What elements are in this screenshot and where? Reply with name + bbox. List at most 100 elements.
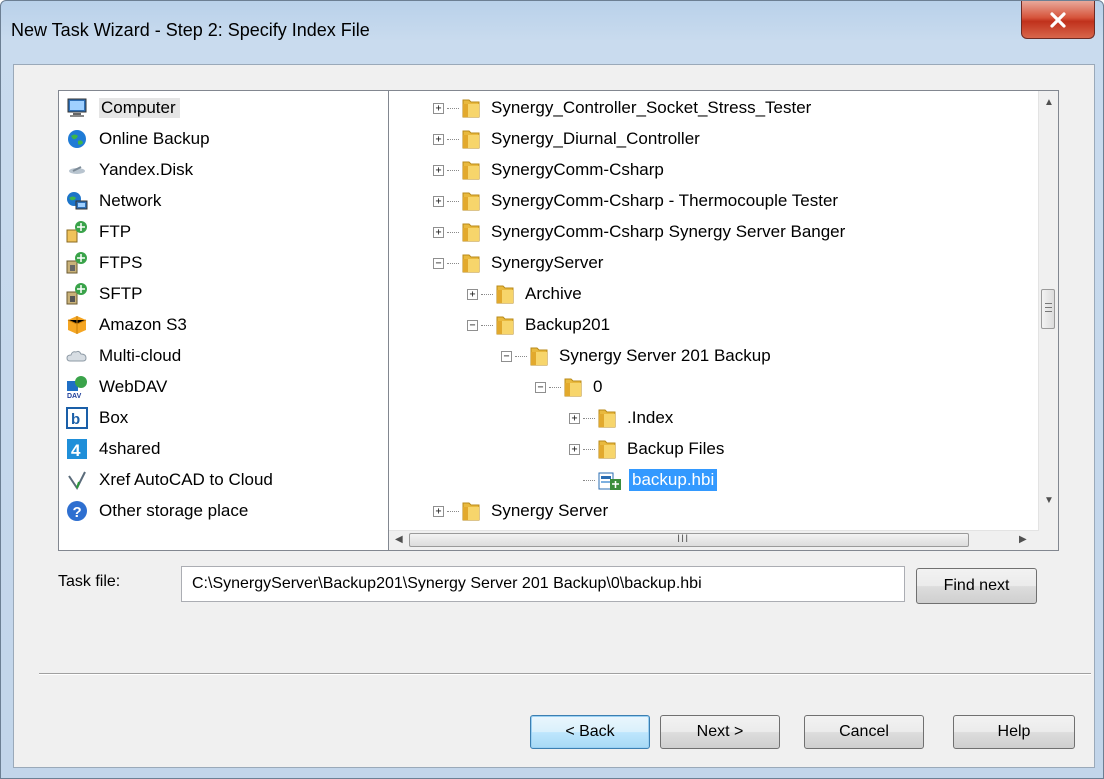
close-button[interactable] bbox=[1021, 1, 1095, 39]
amazon-s3-icon bbox=[65, 313, 89, 337]
folder-icon bbox=[461, 159, 481, 181]
storage-item-multi-cloud[interactable]: Multi-cloud bbox=[65, 341, 181, 371]
collapse-icon[interactable]: − bbox=[467, 319, 478, 331]
storage-item-yandex-disk[interactable]: Yandex.Disk bbox=[65, 155, 193, 185]
vertical-scrollbar[interactable]: ▲ ▼ bbox=[1038, 91, 1058, 531]
ftp-icon bbox=[65, 220, 89, 244]
tree-file-item[interactable]: backup.hbi bbox=[569, 465, 718, 495]
tree-folder-item[interactable]: + SynergyComm-Csharp bbox=[433, 155, 664, 185]
storage-item-label: Computer bbox=[99, 98, 180, 118]
tree-folder-item[interactable]: + Synergy_Controller_Socket_Stress_Tester bbox=[433, 93, 811, 123]
storage-item-label: Yandex.Disk bbox=[99, 160, 194, 179]
find-next-button[interactable]: Find next bbox=[916, 568, 1037, 604]
expand-icon[interactable]: + bbox=[467, 288, 478, 300]
tree-item-label: SynergyComm-Csharp - Thermocouple Tester bbox=[491, 191, 839, 210]
tree-item-label: .Index bbox=[627, 408, 674, 427]
cancel-button[interactable]: Cancel bbox=[804, 715, 924, 749]
horizontal-scroll-thumb[interactable]: III bbox=[409, 533, 969, 547]
storage-item-label: Amazon S3 bbox=[99, 315, 187, 334]
folder-tree[interactable]: + Synergy_Controller_Socket_Stress_Tester… bbox=[388, 90, 1059, 551]
tree-item-label: Synergy_Controller_Socket_Stress_Tester bbox=[491, 98, 812, 117]
storage-item-label: FTP bbox=[99, 222, 132, 241]
tree-folder-item[interactable]: + Synergy_Diurnal_Controller bbox=[433, 124, 700, 154]
tree-item-label: SynergyComm-Csharp Synergy Server Banger bbox=[491, 222, 846, 241]
xref-icon bbox=[65, 468, 89, 492]
tree-item-label: Backup Files bbox=[627, 439, 725, 458]
horizontal-scrollbar[interactable]: ◀ III ▶ bbox=[389, 530, 1039, 550]
folder-tree-content: + Synergy_Controller_Socket_Stress_Tester… bbox=[389, 91, 1039, 531]
tree-folder-item[interactable]: + SynergyComm-Csharp Synergy Server Bange… bbox=[433, 217, 845, 247]
storage-item-label: Multi-cloud bbox=[99, 346, 182, 365]
scroll-left-icon[interactable]: ◀ bbox=[395, 534, 403, 545]
4shared-icon: 4 bbox=[65, 437, 89, 461]
folder-icon bbox=[597, 438, 617, 460]
tree-folder-item[interactable]: + .Index bbox=[569, 403, 673, 433]
storage-item-network[interactable]: Network bbox=[65, 186, 161, 216]
expand-icon[interactable]: + bbox=[433, 226, 444, 238]
tree-connector bbox=[447, 138, 459, 140]
scroll-down-icon[interactable]: ▼ bbox=[1044, 495, 1054, 506]
tree-folder-item[interactable]: + SynergyComm-Csharp - Thermocouple Teste… bbox=[433, 186, 838, 216]
question-icon: ? bbox=[65, 499, 89, 523]
separator bbox=[39, 673, 1091, 675]
collapse-icon[interactable]: − bbox=[433, 257, 444, 269]
storage-item-sftp[interactable]: SFTP bbox=[65, 279, 142, 309]
folder-icon bbox=[597, 407, 617, 429]
storage-item-box[interactable]: b Box bbox=[65, 403, 128, 433]
yandex-disk-icon bbox=[65, 158, 89, 182]
expand-icon[interactable]: + bbox=[569, 412, 580, 424]
tree-connector bbox=[447, 107, 459, 109]
tree-folder-item[interactable]: + Backup Files bbox=[569, 434, 724, 464]
storage-item-other-storage-place[interactable]: ? Other storage place bbox=[65, 496, 248, 526]
scroll-up-icon[interactable]: ▲ bbox=[1044, 97, 1054, 108]
storage-item-ftps[interactable]: FTPS bbox=[65, 248, 142, 278]
task-file-label: Task file: bbox=[58, 573, 121, 590]
storage-item-label: 4shared bbox=[99, 439, 161, 458]
tree-folder-item[interactable]: + Archive bbox=[467, 279, 582, 309]
tree-connector bbox=[549, 386, 561, 388]
expand-icon[interactable]: + bbox=[433, 505, 444, 517]
storage-item-online-backup[interactable]: Online Backup bbox=[65, 124, 210, 154]
vertical-scroll-thumb[interactable] bbox=[1041, 289, 1055, 329]
tree-connector bbox=[481, 293, 493, 295]
storage-item-xref-autocad-to-cloud[interactable]: Xref AutoCAD to Cloud bbox=[65, 465, 273, 495]
webdav-icon: DAV bbox=[65, 375, 89, 399]
tree-folder-item[interactable]: − SynergyServer bbox=[433, 248, 603, 278]
storage-item-computer[interactable]: Computer bbox=[65, 93, 180, 123]
storage-item-label: Network bbox=[99, 191, 162, 210]
folder-icon bbox=[461, 221, 481, 243]
storage-item-amazon-s3[interactable]: Amazon S3 bbox=[65, 310, 187, 340]
window-title: New Task Wizard - Step 2: Specify Index … bbox=[11, 20, 370, 40]
expand-icon[interactable]: + bbox=[433, 133, 444, 145]
back-button[interactable]: < Back bbox=[530, 715, 650, 749]
svg-text:DAV: DAV bbox=[67, 393, 82, 399]
globe-icon bbox=[65, 127, 89, 151]
storage-item-webdav[interactable]: DAV WebDAV bbox=[65, 372, 167, 402]
folder-icon bbox=[495, 314, 515, 336]
storage-item-4shared[interactable]: 4 4shared bbox=[65, 434, 160, 464]
expand-icon[interactable]: + bbox=[433, 102, 444, 114]
task-file-input[interactable] bbox=[181, 566, 905, 602]
tree-item-label: Synergy_Diurnal_Controller bbox=[491, 129, 700, 148]
tree-connector bbox=[583, 479, 595, 481]
expand-icon[interactable]: + bbox=[433, 195, 444, 207]
tree-item-label: SynergyComm-Csharp bbox=[491, 160, 664, 179]
ftps-icon bbox=[65, 251, 89, 275]
tree-folder-item[interactable]: −0 bbox=[535, 372, 602, 402]
help-button[interactable]: Help bbox=[953, 715, 1075, 749]
next-button[interactable]: Next > bbox=[660, 715, 780, 749]
collapse-icon[interactable]: − bbox=[535, 381, 546, 393]
scroll-right-icon[interactable]: ▶ bbox=[1019, 534, 1027, 545]
collapse-icon[interactable]: − bbox=[501, 350, 512, 362]
tree-folder-item[interactable]: + Synergy Server bbox=[433, 496, 608, 526]
tree-connector bbox=[515, 355, 527, 357]
expand-icon[interactable]: + bbox=[433, 164, 444, 176]
svg-text:4: 4 bbox=[71, 441, 81, 460]
expand-icon[interactable]: + bbox=[569, 443, 580, 455]
tree-folder-item[interactable]: − Backup201 bbox=[467, 310, 610, 340]
storage-type-list[interactable]: Computer Online Backup Yandex.Disk Network F… bbox=[58, 90, 393, 551]
tree-folder-item[interactable]: − Synergy Server 201 Backup bbox=[501, 341, 771, 371]
network-icon bbox=[65, 189, 89, 213]
storage-item-ftp[interactable]: FTP bbox=[65, 217, 131, 247]
folder-icon bbox=[461, 128, 481, 150]
